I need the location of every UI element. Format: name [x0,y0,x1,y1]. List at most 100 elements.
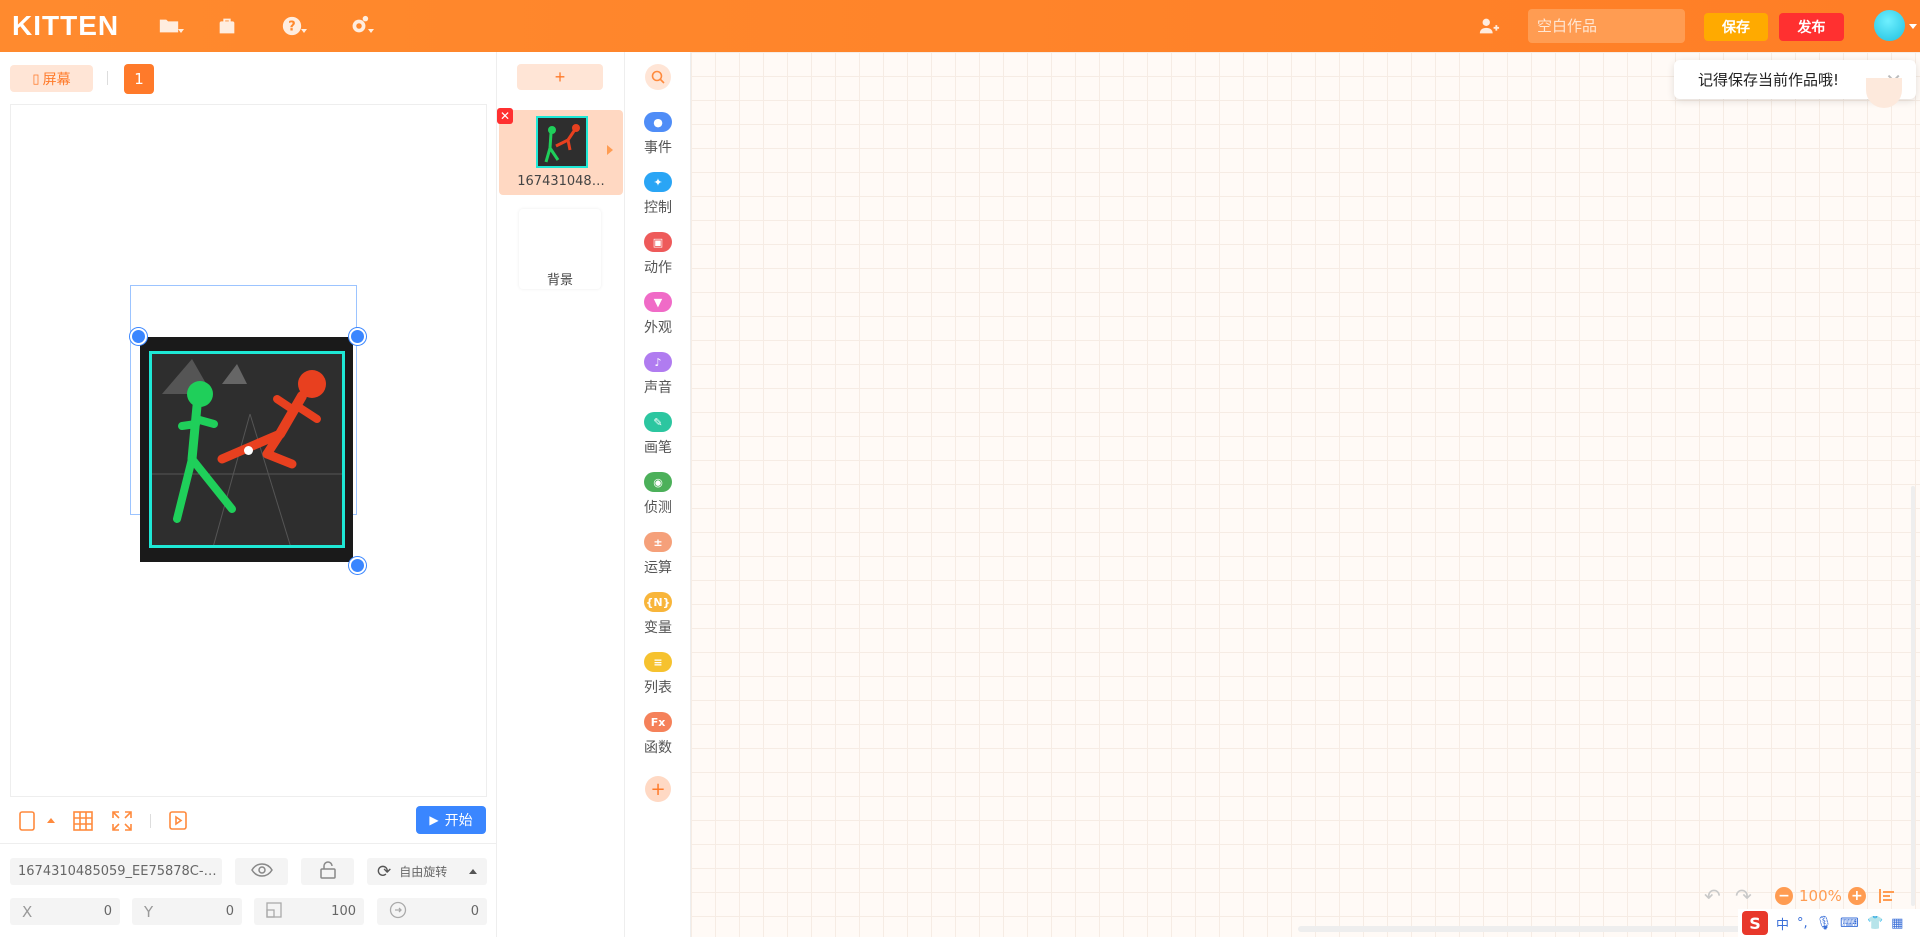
grid-icon[interactable]: ▦ [1891,916,1903,931]
add-sprite-button[interactable]: + [517,64,603,90]
redo-button[interactable]: ↷ [1735,884,1752,908]
sprite-options-handle[interactable] [130,328,147,345]
screen-tab-1[interactable]: 1 [124,64,154,94]
backpack-button[interactable] [210,13,244,39]
block-category-0[interactable]: ● 事件 [625,112,691,162]
grid-toggle-button[interactable] [72,810,94,832]
project-title-input[interactable] [1528,9,1685,43]
eye-icon [250,862,273,881]
rotate-icon: ⟳ [377,861,392,882]
block-category-3[interactable]: ▼ 外观 [625,292,691,342]
gear-icon [352,15,369,33]
divider [150,814,151,828]
ime-mode[interactable]: 中 [1776,914,1789,933]
align-blocks-button[interactable] [1878,886,1896,906]
vertical-scrollbar[interactable] [1911,486,1915,906]
y-label: Y [144,902,154,921]
sprite-center-point[interactable] [244,446,253,455]
skin-icon[interactable]: 👕 [1867,916,1883,931]
backpack-icon [219,18,235,34]
rotation-mode-value: 自由旋转 [399,865,448,879]
x-value: 0 [103,904,112,919]
block-category-7[interactable]: ± 运算 [625,532,691,582]
block-category-1[interactable]: ✦ 控制 [625,172,691,222]
sprite-rotate-handle[interactable] [349,328,366,345]
block-category-2[interactable]: ▣ 动作 [625,232,691,282]
settings-menu-button[interactable] [342,13,376,39]
screen-button[interactable]: ▯ 屏幕 [10,65,93,92]
undo-button[interactable]: ↶ [1704,884,1721,908]
sprite-resize-handle[interactable] [349,557,366,574]
y-value: 0 [225,904,234,919]
chevron-down-icon [1909,24,1917,29]
brush-icon: ✎ [644,412,672,432]
block-category-panel: ● 事件 ✦ 控制 ▣ 动作 ▼ 外观 ♪ 声音 ✎ 画笔 ◉ 侦测 ± 运算 {N} 变量 ≡ 列表 Fx 函数 + [625,52,691,937]
player-preview-button[interactable] [167,810,189,832]
rotation-mode-select[interactable]: ⟳ 自由旋转 [367,858,487,885]
microphone-icon[interactable]: 🎙 [1816,916,1833,931]
music-icon: ♪ [644,352,672,372]
block-category-label: 侦测 [644,500,672,516]
x-label: X [22,902,33,921]
zoom-out-button[interactable]: − [1775,887,1793,905]
block-category-label: 列表 [644,680,672,696]
zoom-level: 100% [1799,887,1842,905]
direction-field[interactable]: 0 [377,898,487,925]
screen-button-label: 屏幕 [42,70,71,87]
close-icon[interactable]: ✕ [497,108,513,124]
align-left-icon [1879,889,1894,903]
block-search-button[interactable] [645,64,671,90]
x-field[interactable]: X 0 [10,898,120,925]
start-button-label: 开始 [444,813,473,829]
add-collaborator-button[interactable] [1472,13,1506,39]
toggle-icon: ● [644,112,672,132]
zoom-in-button[interactable]: + [1847,887,1866,905]
keyboard-icon[interactable]: ⌨ [1840,916,1859,931]
block-category-9[interactable]: ≡ 列表 [625,652,691,702]
background-label: 背景 [546,273,573,288]
size-value: 100 [331,904,356,919]
block-category-10[interactable]: Fx 函数 [625,712,691,762]
add-user-icon [1479,18,1500,34]
math-icon: ± [644,532,672,552]
chevron-up-icon[interactable] [47,818,55,823]
add-extension-button[interactable]: + [645,776,671,802]
background-card[interactable]: 背景 [519,209,601,289]
y-field[interactable]: Y 0 [132,898,242,925]
lock-toggle[interactable] [301,858,354,885]
tablet-icon [19,811,35,831]
publish-button[interactable]: 发布 [1779,13,1844,41]
ime-toolbar: S 中 °, 🎙 ⌨ 👕 ▦ [1738,909,1920,937]
block-category-label: 函数 [644,740,672,756]
toast-message: 记得保存当前作品哦! [1698,71,1840,89]
radar-icon: ◉ [644,472,672,492]
fullscreen-button[interactable] [111,810,133,832]
code-workspace[interactable] [691,52,1920,937]
punctuation-icon[interactable]: °, [1797,916,1808,931]
stage-mode-button[interactable] [16,810,38,832]
block-category-label: 外观 [644,320,672,336]
sprite-name-field[interactable]: 1674310485059_EE75878C-… [10,858,222,885]
sprite-name-value: 1674310485059_EE75878C-… [18,864,217,879]
size-field[interactable]: 100 [254,898,364,925]
visibility-toggle[interactable] [235,858,288,885]
function-icon: Fx [644,712,672,732]
block-category-4[interactable]: ♪ 声音 [625,352,691,402]
app-logo[interactable]: KITTEN [12,10,119,42]
save-button[interactable]: 保存 [1704,13,1768,41]
start-button[interactable]: ▶ 开始 [416,806,486,834]
sprite-list-panel: + ✕ 167431048… 背景 [497,52,625,937]
chevron-right-icon[interactable] [607,145,613,155]
block-category-label: 声音 [644,380,672,396]
sprite-card[interactable]: ✕ 167431048… [497,108,623,195]
grid-icon [73,811,93,831]
chevron-up-icon [469,869,477,874]
block-category-5[interactable]: ✎ 画笔 [625,412,691,462]
help-menu-button[interactable]: ? [275,13,309,39]
block-category-8[interactable]: {N} 变量 [625,592,691,642]
user-avatar[interactable] [1874,10,1905,41]
block-category-6[interactable]: ◉ 侦测 [625,472,691,522]
ime-logo[interactable]: S [1742,911,1768,935]
direction-value: 0 [470,904,479,919]
folder-menu-button[interactable] [152,13,186,39]
